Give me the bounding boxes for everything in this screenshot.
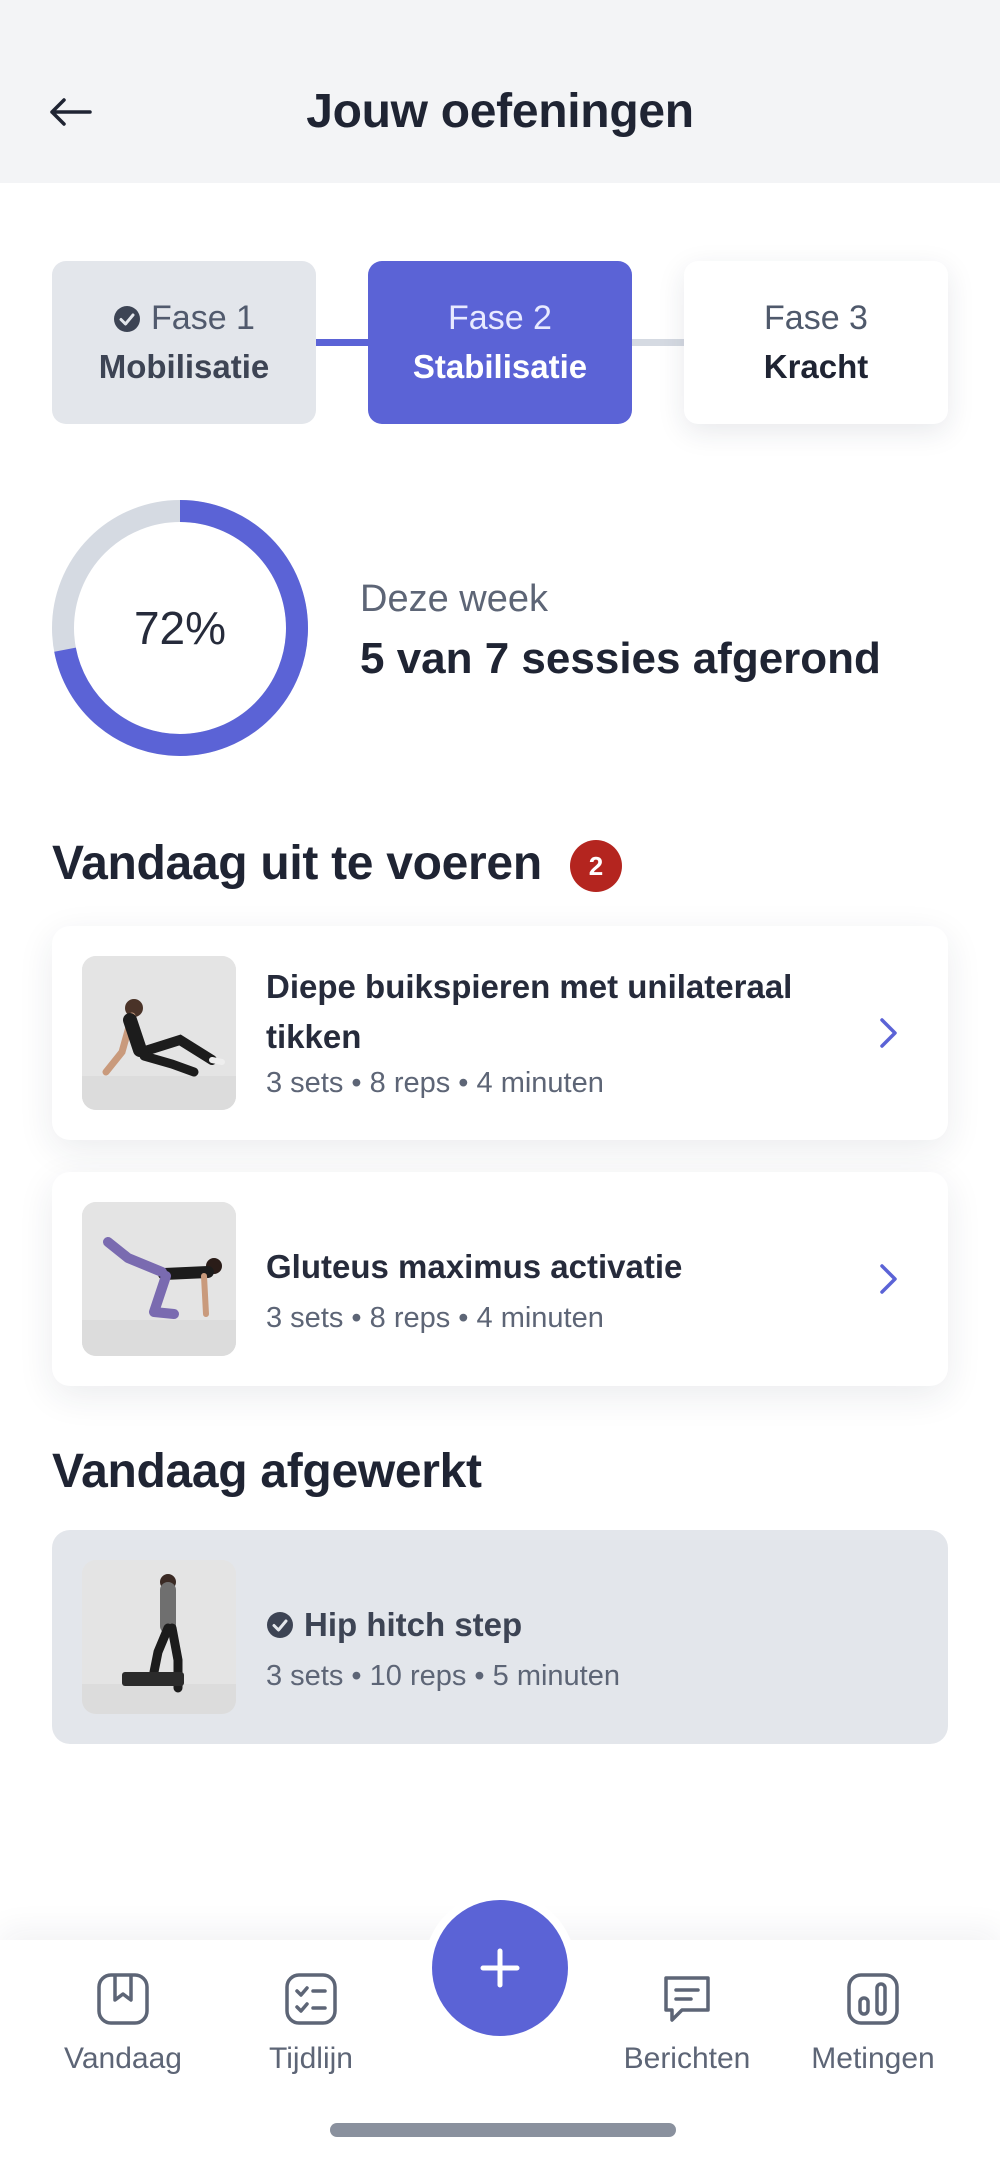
exercise-thumbnail: [82, 1560, 236, 1714]
phase-1-tab[interactable]: Fase 1 Mobilisatie: [52, 261, 316, 424]
exercise-title: Hip hitch step: [304, 1606, 523, 1643]
nav-item-berichten[interactable]: Berichten: [597, 1968, 777, 2108]
nav-item-tijdlijn[interactable]: Tijdlijn: [221, 1968, 401, 2108]
bookmark-book-icon: [92, 1968, 154, 2030]
phase-connector-completed: [314, 339, 368, 346]
message-icon: [656, 1968, 718, 2030]
phase-3-tab[interactable]: Fase 3 Kracht: [684, 261, 948, 424]
phase-number: Fase 2: [448, 299, 552, 337]
phase-number: Fase 1: [151, 299, 255, 337]
phase-stepper: Fase 1 Mobilisatie Fase 2 Stabilisatie F…: [52, 261, 948, 424]
section-title-todo: Vandaag uit te voeren: [52, 837, 542, 890]
phase-name: Mobilisatie: [98, 348, 270, 385]
exercise-title: Diepe buikspieren met unilateraal tikken: [266, 968, 793, 1055]
exercise-meta: 3 sets • 8 reps • 4 minuten: [266, 1067, 604, 1099]
bar-chart-icon: [842, 1968, 904, 2030]
app-header: Jouw oefeningen: [0, 0, 1000, 183]
checklist-icon: [280, 1968, 342, 2030]
add-button[interactable]: [432, 1900, 568, 2036]
week-sessions-summary: 5 van 7 sessies afgerond: [360, 634, 881, 683]
nav-label: Berichten: [623, 2042, 751, 2075]
exercise-meta: 3 sets • 8 reps • 4 minuten: [266, 1302, 604, 1334]
chevron-right-icon: [864, 1008, 914, 1058]
exercise-card[interactable]: Diepe buikspieren met unilateraal tikken…: [52, 926, 948, 1140]
chevron-right-icon: [864, 1254, 914, 1304]
page-title: Jouw oefeningen: [306, 85, 694, 138]
exercise-thumbnail: [82, 1202, 236, 1356]
phase-number: Fase 3: [764, 299, 868, 337]
phase-name: Kracht: [763, 348, 869, 385]
week-label: Deze week: [360, 578, 548, 620]
todo-count-badge: 2: [570, 840, 622, 892]
nav-label: Tijdlijn: [269, 2042, 353, 2075]
check-circle-icon: [267, 1612, 293, 1638]
phase-2-tab[interactable]: Fase 2 Stabilisatie: [368, 261, 632, 424]
exercise-thumbnail: [82, 956, 236, 1110]
exercise-card[interactable]: Gluteus maximus activatie 3 sets • 8 rep…: [52, 1172, 948, 1386]
nav-label: Vandaag: [64, 2042, 182, 2075]
completed-exercise-card[interactable]: Hip hitch step 3 sets • 10 reps • 5 minu…: [52, 1530, 948, 1744]
nav-item-metingen[interactable]: Metingen: [783, 1968, 963, 2108]
home-indicator: [330, 2123, 676, 2137]
plus-icon: [480, 1948, 520, 1988]
section-title-done: Vandaag afgewerkt: [52, 1445, 482, 1498]
nav-label: Metingen: [811, 2042, 935, 2075]
progress-percent: 72%: [133, 602, 227, 654]
check-circle-icon: [114, 305, 141, 332]
nav-item-vandaag[interactable]: Vandaag: [33, 1968, 213, 2108]
exercise-meta: 3 sets • 10 reps • 5 minuten: [266, 1660, 620, 1692]
phase-connector-upcoming: [630, 339, 684, 346]
exercise-title: Gluteus maximus activatie: [266, 1248, 683, 1285]
phase-name: Stabilisatie: [412, 348, 588, 385]
